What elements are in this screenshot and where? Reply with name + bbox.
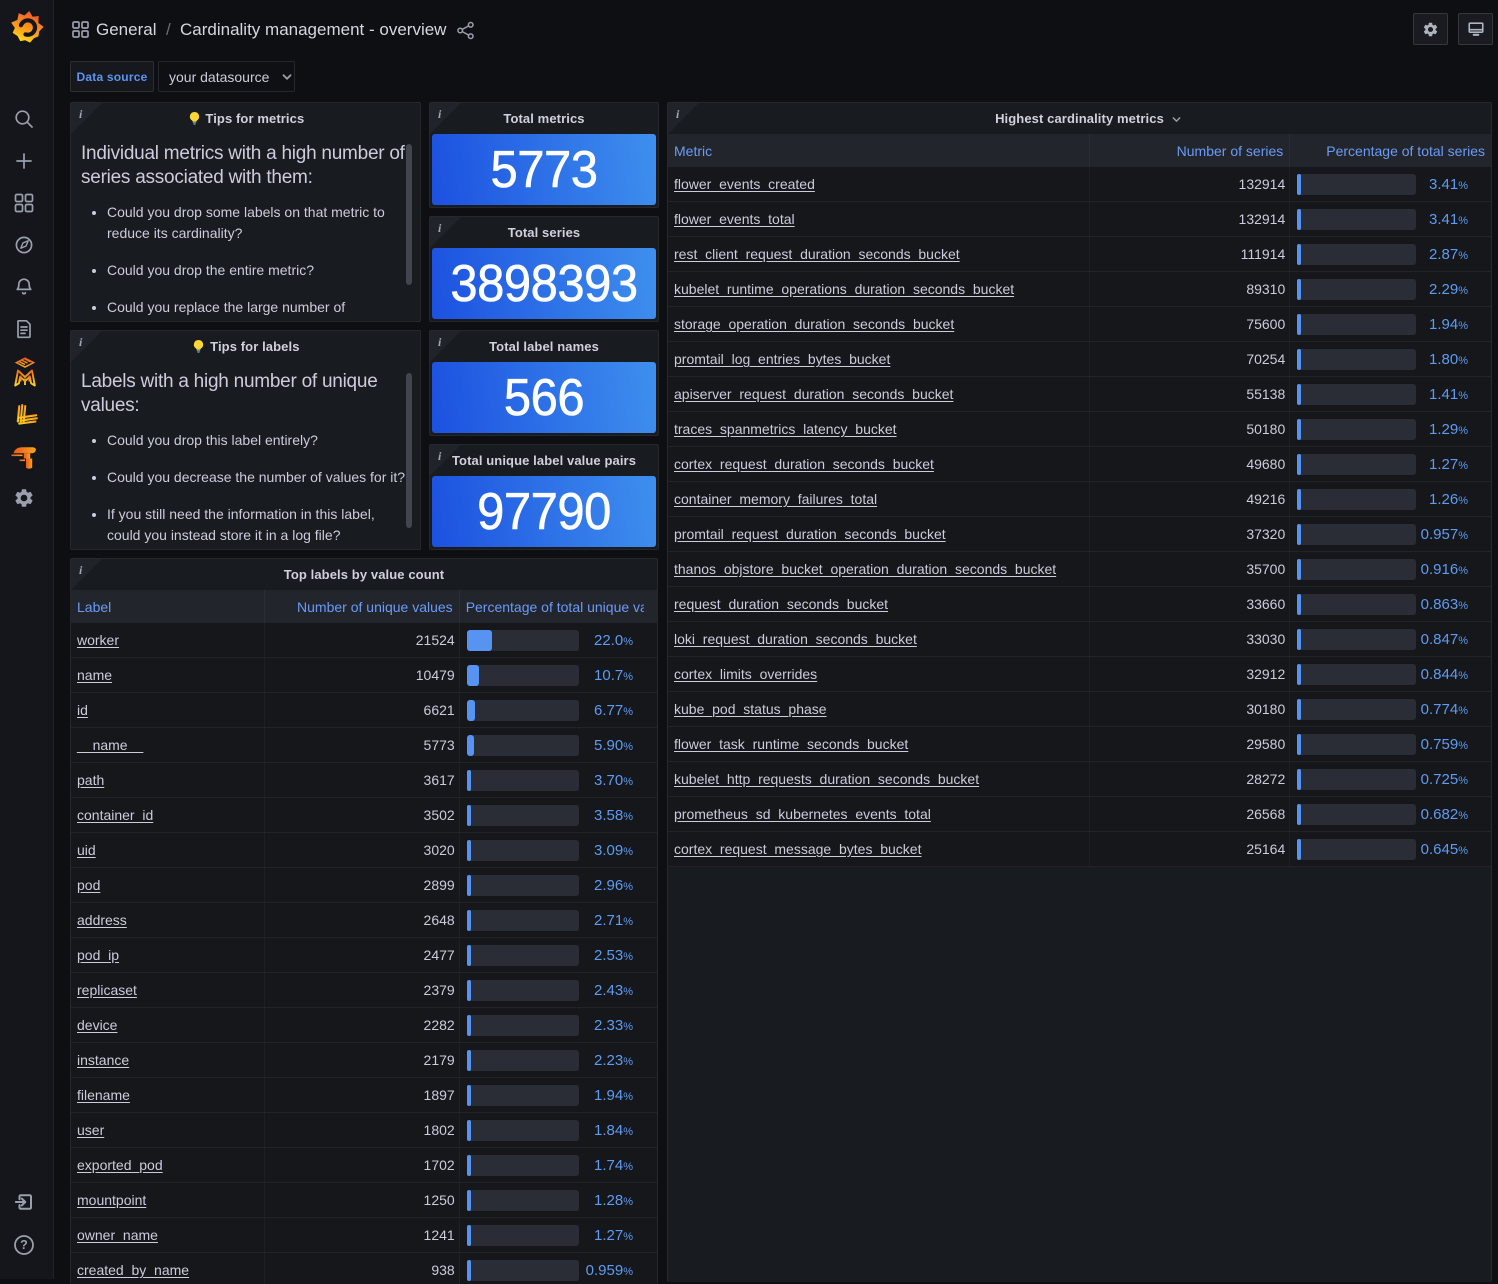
svg-text:?: ? — [20, 1238, 28, 1252]
